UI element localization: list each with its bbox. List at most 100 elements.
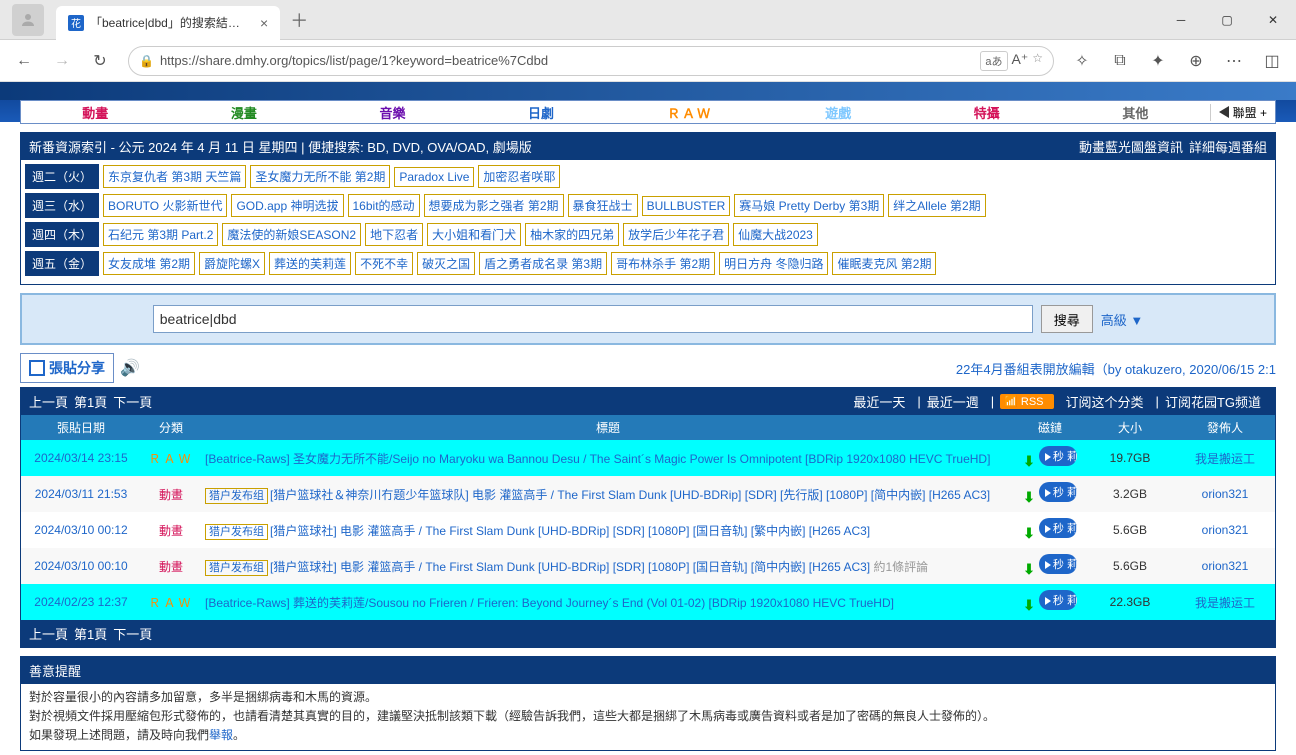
cell-publisher[interactable]: orion321 [1175, 476, 1275, 512]
reader-icon[interactable]: A⁺ [1012, 51, 1029, 71]
report-link[interactable]: 舉報 [209, 728, 233, 742]
recent-day-link[interactable]: 最近一天 [853, 392, 905, 411]
schedule-item[interactable]: 葬送的芙莉莲 [269, 252, 351, 275]
schedule-item[interactable]: 放学后少年花子君 [623, 223, 729, 246]
nav-game[interactable]: 遊戲 [764, 103, 913, 122]
sidebar-icon[interactable]: ◫ [1256, 45, 1288, 77]
nav-manga[interactable]: 漫畫 [170, 103, 319, 122]
nav-drama[interactable]: 日劇 [467, 103, 616, 122]
nav-raw[interactable]: ＲＡＷ [615, 103, 764, 122]
subscribe-tg-link[interactable]: 订阅花园TG频道 [1165, 392, 1261, 411]
download-icon[interactable]: ⬇ [1023, 489, 1035, 505]
instant-play-button[interactable]: 秒 莉 [1039, 482, 1077, 502]
nav-other[interactable]: 其他 [1061, 103, 1210, 122]
schedule-item[interactable]: 哥布林杀手 第2期 [611, 252, 715, 275]
extensions-icon[interactable]: ✧ [1066, 45, 1098, 77]
schedule-item[interactable]: 仙魔大战2023 [733, 223, 818, 246]
schedule-item[interactable]: 16bit的感动 [348, 194, 420, 217]
nav-toku[interactable]: 特攝 [912, 103, 1061, 122]
recent-week-link[interactable]: 最近一週 [927, 392, 979, 411]
schedule-item[interactable]: 地下忍者 [365, 223, 423, 246]
bluray-info-link[interactable]: 動畫藍光圖盤資訊 [1079, 137, 1183, 156]
cell-publisher[interactable]: orion321 [1175, 548, 1275, 584]
schedule-item[interactable]: BORUTO 火影新世代 [103, 194, 227, 217]
tab-close-icon[interactable]: × [260, 15, 268, 31]
schedule-item[interactable]: 加密忍者咲耶 [478, 165, 560, 188]
cell-category[interactable]: 動畫 [141, 512, 201, 548]
sound-icon[interactable]: 🔊 [120, 358, 140, 378]
schedule-item[interactable]: 想要成为影之强者 第2期 [424, 194, 564, 217]
schedule-item[interactable]: 催眠麦克风 第2期 [832, 252, 936, 275]
schedule-item[interactable]: 大小姐和看门犬 [427, 223, 521, 246]
title-link[interactable]: [猎户篮球社] 电影 灌篮高手 / The First Slam Dunk [U… [270, 524, 870, 538]
title-link[interactable]: [Beatrice-Raws] 葬送的芙莉莲/Sousou no Frieren… [205, 596, 894, 610]
browser-tab[interactable]: 花 「beatrice|dbd」的搜索結果 - 動 × [56, 6, 280, 40]
cell-publisher[interactable]: orion321 [1175, 512, 1275, 548]
user-profile-icon[interactable] [12, 4, 44, 36]
instant-play-button[interactable]: 秒 莉 [1039, 446, 1077, 466]
forward-button[interactable]: → [46, 45, 78, 77]
post-share-button[interactable]: 張貼分享 [20, 353, 114, 383]
instant-play-button[interactable]: 秒 莉 [1039, 518, 1077, 538]
title-link[interactable]: [猎户篮球社＆神奈川冇题少年篮球队] 电影 灌篮高手 / The First S… [270, 488, 990, 502]
minimize-button[interactable]: ─ [1158, 0, 1204, 40]
instant-play-button[interactable]: 秒 莉 [1039, 590, 1077, 610]
cell-category[interactable]: ＲＡＷ [141, 440, 201, 476]
schedule-item[interactable]: 石纪元 第3期 Part.2 [103, 223, 218, 246]
title-link[interactable]: [猎户篮球社] 电影 灌篮高手 / The First Slam Dunk [U… [270, 560, 870, 574]
schedule-item[interactable]: 不死不幸 [355, 252, 413, 275]
download-icon[interactable]: ⬇ [1023, 597, 1035, 613]
title-link[interactable]: [Beatrice-Raws] 圣女魔力无所不能/Seijo no Maryok… [205, 452, 990, 466]
pager-next[interactable]: 下一頁 [113, 392, 152, 411]
schedule-item[interactable]: 圣女魔力无所不能 第2期 [250, 165, 390, 188]
download-icon[interactable]: ⬇ [1023, 561, 1035, 577]
maximize-button[interactable]: ▢ [1204, 0, 1250, 40]
cell-publisher[interactable]: 我是搬运工 [1175, 584, 1275, 620]
schedule-item[interactable]: 东京复仇者 第3期 天竺篇 [103, 165, 246, 188]
schedule-item[interactable]: GOD.app 神明选拔 [231, 194, 343, 217]
group-tag[interactable]: 猎户发布组 [205, 560, 268, 576]
nav-alliance[interactable]: 聯盟 + [1210, 104, 1275, 121]
schedule-item[interactable]: 明日方舟 冬隐归路 [719, 252, 828, 275]
nav-anime[interactable]: 動畫 [21, 103, 170, 122]
advanced-search-link[interactable]: 高級 ▼ [1101, 310, 1143, 329]
favorite-icon[interactable]: ☆ [1032, 51, 1043, 71]
schedule-item[interactable]: 魔法使的新娘SEASON2 [222, 223, 361, 246]
rss-icon[interactable]: 📶 RSS [1000, 394, 1053, 409]
group-tag[interactable]: 猎户发布组 [205, 488, 268, 504]
download-icon[interactable]: ⬇ [1023, 453, 1035, 469]
search-button[interactable]: 搜尋 [1041, 305, 1093, 333]
schedule-item[interactable]: BULLBUSTER [642, 196, 731, 216]
refresh-button[interactable]: ↻ [84, 45, 116, 77]
translate-badge[interactable]: aあ [980, 51, 1007, 71]
cell-category[interactable]: 動畫 [141, 476, 201, 512]
cell-publisher[interactable]: 我是搬运工 [1175, 440, 1275, 476]
instant-play-button[interactable]: 秒 莉 [1039, 554, 1077, 574]
downloads-icon[interactable]: ⊕ [1180, 45, 1212, 77]
schedule-item[interactable]: 赛马娘 Pretty Derby 第3期 [734, 194, 884, 217]
schedule-item[interactable]: 盾之勇者成名录 第3期 [479, 252, 607, 275]
schedule-item[interactable]: 暴食狂战士 [568, 194, 638, 217]
schedule-item[interactable]: 柚木家的四兄弟 [525, 223, 619, 246]
pager-prev[interactable]: 上一頁 [29, 392, 68, 411]
pager-prev-bottom[interactable]: 上一頁 [29, 624, 68, 643]
cell-category[interactable]: ＲＡＷ [141, 584, 201, 620]
schedule-item[interactable]: Paradox Live [394, 167, 474, 187]
back-button[interactable]: ← [8, 45, 40, 77]
schedule-item[interactable]: 爵旋陀螺X [199, 252, 265, 275]
pager-next-bottom[interactable]: 下一頁 [113, 624, 152, 643]
close-window-button[interactable]: ✕ [1250, 0, 1296, 40]
new-tab-button[interactable]: ＋ [290, 7, 308, 33]
split-icon[interactable]: ⧉ [1104, 45, 1136, 77]
schedule-item[interactable]: 绊之Allele 第2期 [888, 194, 985, 217]
address-bar[interactable]: 🔒 https://share.dmhy.org/topics/list/pag… [128, 46, 1054, 76]
group-tag[interactable]: 猎户发布组 [205, 524, 268, 540]
subscribe-category-link[interactable]: 订阅这个分类 [1066, 392, 1144, 411]
cell-category[interactable]: 動畫 [141, 548, 201, 584]
search-input[interactable] [153, 305, 1033, 333]
nav-music[interactable]: 音樂 [318, 103, 467, 122]
weekly-detail-link[interactable]: 詳細每週番組 [1189, 137, 1267, 156]
download-icon[interactable]: ⬇ [1023, 525, 1035, 541]
menu-icon[interactable]: ⋯ [1218, 45, 1250, 77]
schedule-item[interactable]: 女友成堆 第2期 [103, 252, 195, 275]
